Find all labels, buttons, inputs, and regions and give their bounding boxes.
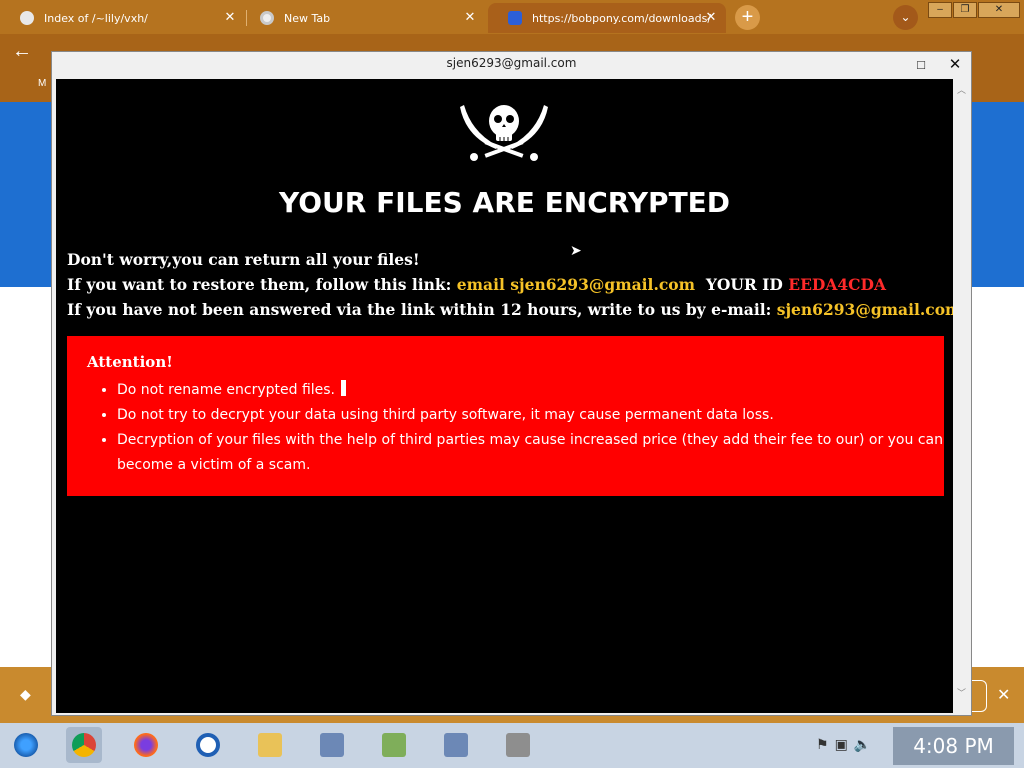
volume-icon[interactable]: 🔈 — [854, 736, 877, 752]
vertical-scrollbar[interactable]: ︿ ﹀ — [954, 79, 969, 713]
attention-item-text: Do not try to decrypt your data using th… — [117, 407, 774, 423]
close-icon[interactable]: ✕ — [221, 9, 239, 27]
scroll-up-icon[interactable]: ︿ — [954, 83, 969, 96]
attention-title: Attention! — [87, 353, 173, 371]
tab-search-button[interactable]: ⌄ — [893, 5, 918, 30]
page-body-right — [972, 287, 1024, 667]
flag-icon[interactable]: ⚑ — [816, 736, 835, 752]
taskbar-clock[interactable]: 4:08 PM — [893, 727, 1014, 765]
taskbar-firefox[interactable] — [128, 727, 164, 763]
attention-item-text: Do not rename encrypted files. — [117, 382, 336, 398]
taskbar-network-program[interactable] — [314, 727, 350, 763]
ransom-note-window: sjen6293@gmail.com □ ✕ YOUR FILES ARE EN… — [51, 51, 972, 716]
close-button[interactable]: ✕ — [941, 54, 969, 76]
tab-bobpony-downloads[interactable]: https://bobpony.com/downloads/ ✕ — [488, 3, 726, 33]
taskbar-opera[interactable] — [190, 727, 226, 763]
opera-icon — [196, 733, 220, 757]
skull-crossed-swords-icon — [460, 105, 548, 161]
monitor-icon — [506, 733, 530, 757]
reassurance-text: Don't worry,you can return all your file… — [67, 250, 420, 269]
scroll-down-icon[interactable]: ﹀ — [954, 686, 969, 699]
minimize-window-button[interactable]: – — [928, 2, 952, 18]
computer-icon — [320, 733, 344, 757]
attention-list: Do not rename encrypted files. Do not tr… — [97, 378, 953, 478]
restore-email-link[interactable]: email sjen6293@gmail.com — [457, 275, 695, 294]
download-item-icon[interactable]: ◆ — [20, 686, 31, 703]
victim-id: EEDA4CDA — [788, 275, 886, 294]
back-arrow-icon[interactable]: ← — [12, 40, 32, 63]
firefox-icon — [134, 733, 158, 757]
text-cursor — [341, 380, 347, 396]
windows-logo-icon — [14, 733, 38, 757]
tab-new-tab[interactable]: New Tab ✕ — [240, 3, 485, 33]
folder-icon — [258, 733, 282, 757]
ransom-note-content: YOUR FILES ARE ENCRYPTED Don't worry,you… — [56, 79, 953, 713]
taskbar-chrome[interactable] — [66, 727, 102, 763]
attention-item: Do not rename encrypted files. — [117, 378, 953, 403]
page-banner-right — [972, 102, 1024, 287]
taskbar-network-program-2[interactable] — [438, 727, 474, 763]
close-icon[interactable]: ✕ — [702, 9, 720, 27]
tab-index-of-lily[interactable]: Index of /~lily/vxh/ ✕ — [0, 3, 245, 33]
start-orb-button[interactable] — [8, 727, 44, 763]
taskbar-file-explorer[interactable] — [252, 727, 288, 763]
chrome-icon — [260, 11, 274, 25]
headline: YOUR FILES ARE ENCRYPTED — [278, 186, 731, 219]
attention-item-text: Decryption of your files with the help o… — [117, 432, 943, 473]
page-banner-left — [0, 102, 55, 287]
close-window-button[interactable]: ✕ — [978, 2, 1020, 18]
system-tray: ⚑▣🔈 — [816, 736, 877, 753]
bobpony-icon — [508, 11, 522, 25]
close-icon[interactable]: ✕ — [997, 685, 1010, 705]
fallback-prefix: If you have not been answered via the li… — [67, 300, 777, 319]
taskbar-app-group[interactable] — [376, 727, 412, 763]
new-tab-button[interactable]: + — [735, 5, 760, 30]
tab-title: Index of /~lily/vxh/ — [44, 11, 148, 25]
people-icon — [382, 733, 406, 757]
fallback-email: sjen6293@gmail.com — [776, 300, 953, 319]
attention-box: Attention! Do not rename encrypted files… — [67, 336, 944, 496]
maximize-button[interactable]: □ — [907, 54, 935, 76]
page-icon — [20, 11, 34, 25]
fallback-instructions: If you have not been answered via the li… — [67, 300, 953, 319]
chrome-icon — [72, 733, 96, 757]
attention-item: Do not try to decrypt your data using th… — [117, 403, 953, 428]
network-icon[interactable]: ▣ — [835, 736, 854, 752]
bookmark-item[interactable]: M — [38, 78, 46, 89]
taskbar-monitor[interactable] — [500, 727, 536, 763]
id-label: YOUR ID — [705, 275, 783, 294]
restore-window-button[interactable]: ❐ — [953, 2, 977, 18]
attention-item: Decryption of your files with the help o… — [117, 428, 953, 478]
restore-prefix: If you want to restore them, follow this… — [67, 275, 457, 294]
download-bar-field[interactable] — [972, 680, 987, 712]
page-body-left — [0, 287, 55, 667]
mouse-pointer-icon: ➤ — [570, 242, 582, 258]
close-icon[interactable]: ✕ — [461, 9, 479, 27]
tab-title: New Tab — [284, 11, 331, 25]
restore-instructions: If you want to restore them, follow this… — [67, 275, 886, 294]
computer-icon — [444, 733, 468, 757]
tab-title: https://bobpony.com/downloads/ — [532, 11, 712, 25]
window-title: sjen6293@gmail.com — [446, 56, 577, 70]
